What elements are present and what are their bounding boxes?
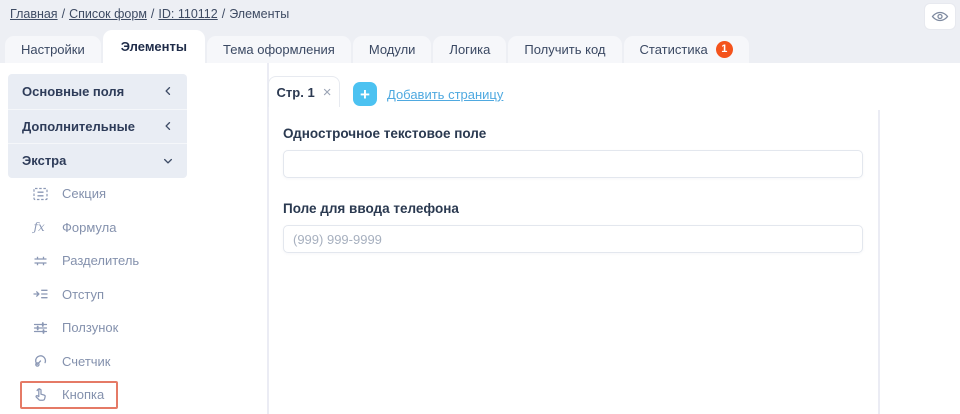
content-right-divider — [878, 110, 880, 414]
tab-get-code[interactable]: Получить код — [508, 36, 622, 63]
eye-icon — [931, 9, 949, 24]
page-tab-label: Стр. 1 — [276, 84, 315, 100]
sidebar-group-extra[interactable]: Экстра — [8, 143, 187, 178]
tab-settings[interactable]: Настройки — [5, 36, 101, 63]
sidebar-item-button[interactable]: Кнопка — [8, 378, 208, 412]
field-label: Поле для ввода телефона — [283, 201, 459, 216]
formula-icon: ƒx — [32, 219, 49, 235]
breadcrumb-separator: / — [150, 7, 155, 21]
group-label: Основные поля — [22, 83, 125, 99]
chevron-left-icon — [162, 85, 174, 97]
sidebar-item-divider[interactable]: Разделитель — [8, 244, 208, 278]
chevron-left-icon — [162, 120, 174, 132]
item-label: Счетчик — [62, 353, 111, 369]
section-icon — [32, 186, 49, 202]
button-icon — [32, 387, 49, 403]
breadcrumb-current: Элементы — [229, 7, 290, 21]
item-label: Разделитель — [62, 253, 140, 269]
form-builder-app: Главная / Список форм / ID: 110112/Элементы … — [0, 0, 960, 414]
close-icon[interactable]: × — [323, 84, 332, 101]
sidebar-content-divider — [267, 63, 269, 414]
sidebar-item-formula[interactable]: ƒx Формула — [8, 211, 208, 245]
item-label: Кнопка — [62, 387, 105, 403]
tab-statistics[interactable]: Статистика 1 — [623, 36, 749, 63]
chevron-down-icon — [162, 155, 174, 167]
item-label: Отступ — [62, 286, 105, 302]
divider-icon — [32, 253, 49, 269]
tab-elements[interactable]: Элементы — [102, 30, 205, 63]
tab-label: Элементы — [120, 39, 187, 54]
selected-element-highlight: Кнопка — [20, 380, 119, 409]
tab-label: Тема оформления — [223, 42, 335, 57]
single-line-text-input[interactable] — [283, 150, 863, 178]
breadcrumb-link-form-list[interactable]: Список форм — [69, 7, 147, 21]
indent-icon — [32, 286, 49, 302]
field-label: Однострочное текстовое поле — [283, 126, 487, 141]
item-label: Секция — [62, 186, 107, 202]
tab-modules[interactable]: Модули — [352, 36, 432, 63]
tab-label: Статистика — [639, 42, 708, 57]
sidebar-group-additional[interactable]: Дополнительные — [8, 108, 187, 144]
sidebar-item-counter[interactable]: Счетчик — [8, 345, 208, 379]
sidebar-groups: Основные поля Дополнительные Экстра — [8, 74, 187, 178]
sidebar-element-list: Секция ƒx Формула Разделитель Отступ Пол… — [8, 177, 208, 412]
group-label: Экстра — [22, 153, 67, 169]
preview-button[interactable] — [924, 3, 956, 30]
counter-icon — [32, 353, 49, 369]
sidebar-item-slider[interactable]: Ползунок — [8, 311, 208, 345]
item-label: Ползунок — [62, 320, 119, 336]
add-page-group: + Добавить страницу — [353, 82, 503, 106]
add-page-link[interactable]: Добавить страницу — [387, 87, 503, 102]
statistics-badge: 1 — [715, 41, 733, 58]
group-label: Дополнительные — [22, 118, 135, 134]
main-panel: Основные поля Дополнительные Экстра Секц… — [0, 63, 960, 414]
breadcrumb-link-form-id[interactable]: ID: 110112 — [158, 7, 217, 21]
form-canvas: Однострочное текстовое поле Поле для вво… — [283, 126, 863, 276]
sidebar-item-section[interactable]: Секция — [8, 177, 208, 211]
tab-theme[interactable]: Тема оформления — [207, 36, 351, 63]
sidebar-group-basic-fields[interactable]: Основные поля — [8, 74, 187, 109]
form-field-text: Однострочное текстовое поле — [283, 126, 863, 178]
breadcrumb-separator: / — [221, 7, 226, 21]
breadcrumb-separator: / — [61, 7, 66, 21]
tab-label: Настройки — [21, 42, 85, 57]
breadcrumb-link-home[interactable]: Главная — [10, 7, 58, 21]
item-label: Формула — [62, 219, 117, 235]
breadcrumb: Главная / Список форм / ID: 110112/Элементы — [10, 7, 289, 21]
page-tab-1[interactable]: Стр. 1 × — [268, 76, 340, 107]
svg-text:ƒx: ƒx — [32, 220, 45, 234]
phone-input[interactable] — [283, 225, 863, 253]
main-tabbar: Настройки Элементы Тема оформления Модул… — [5, 30, 749, 63]
tab-label: Получить код — [524, 42, 606, 57]
tab-label: Логика — [449, 42, 491, 57]
tab-label: Модули — [368, 42, 416, 57]
sidebar-item-indent[interactable]: Отступ — [8, 278, 208, 312]
slider-icon — [32, 320, 49, 336]
plus-icon[interactable]: + — [353, 82, 377, 106]
tab-logic[interactable]: Логика — [433, 36, 507, 63]
form-field-phone: Поле для ввода телефона — [283, 201, 863, 253]
